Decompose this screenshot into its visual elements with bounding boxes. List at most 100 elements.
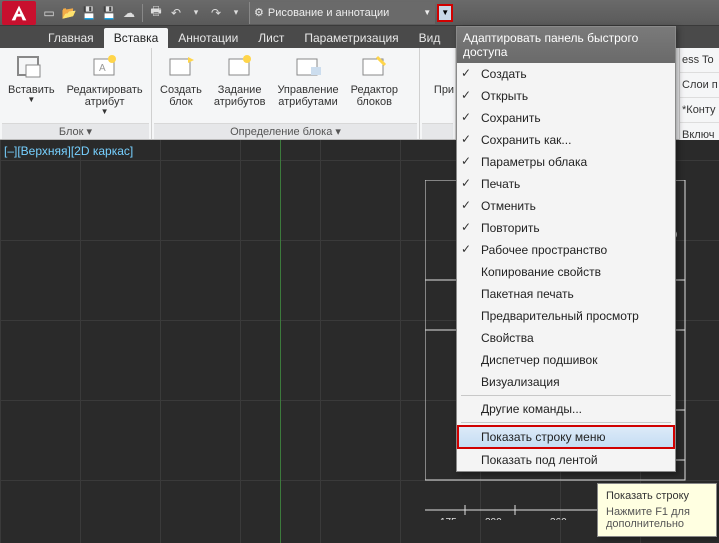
menu-item-label: Показать строку меню: [481, 430, 605, 444]
ribbon-panel-block: Вставить ▼ A Редактировать атрибут ▼ Бло…: [0, 48, 152, 139]
menu-item-label: Параметры облака: [481, 155, 587, 169]
check-icon: ✓: [461, 88, 475, 102]
save-icon[interactable]: 💾: [80, 4, 98, 22]
menu-item[interactable]: Показать строку меню: [457, 425, 675, 449]
menu-separator: [461, 395, 671, 396]
edit-attribute-button[interactable]: A Редактировать атрибут ▼: [61, 50, 149, 118]
undo-icon[interactable]: ↶: [167, 4, 185, 22]
palette-row[interactable]: Слои п: [680, 73, 719, 98]
menu-separator: [461, 422, 671, 423]
menu-group: ✓Создать✓Открыть✓Сохранить✓Сохранить как…: [457, 63, 675, 471]
qat-customize-button[interactable]: ▼: [437, 4, 453, 22]
manage-attr-icon: [292, 52, 324, 82]
menu-header: Адаптировать панель быстрого доступа: [457, 27, 675, 63]
button-label2: атрибутами: [278, 96, 337, 108]
viewport-label[interactable]: [–][Верхняя][2D каркас]: [4, 144, 133, 158]
chevron-down-icon: ▼: [441, 9, 449, 17]
check-icon: ✓: [461, 132, 475, 146]
cloud-icon[interactable]: ☁: [120, 4, 138, 22]
check-icon: ✓: [461, 154, 475, 168]
palette-row[interactable]: ess To: [680, 48, 719, 73]
menu-item[interactable]: ✓Рабочее пространство: [457, 239, 675, 261]
menu-item[interactable]: Другие команды...: [457, 398, 675, 420]
app-menu-button[interactable]: [2, 1, 36, 25]
button-label: При: [434, 84, 454, 96]
menu-item-label: Создать: [481, 67, 527, 81]
menu-item[interactable]: ✓ Сохранить: [457, 107, 675, 129]
define-attributes-button[interactable]: Задание атрибутов: [208, 50, 272, 110]
menu-item-label: Повторить: [481, 221, 540, 235]
menu-item[interactable]: Показать под лентой: [457, 449, 675, 471]
insert-block-icon: [15, 52, 47, 82]
menu-item[interactable]: ✓ Сохранить как...: [457, 129, 675, 151]
quick-access-toolbar: ▭ 📂 💾 💾 ☁ 🖶 ↶ ▾ ↷ ▾ ⚙ Рисование и аннота…: [0, 0, 719, 26]
redo-dropdown-icon[interactable]: ▾: [227, 4, 245, 22]
button-label: Задание: [218, 84, 262, 96]
block-editor-button[interactable]: Редактор блоков: [345, 50, 404, 110]
tab-layout[interactable]: Лист: [248, 28, 294, 48]
side-palette: ess To Слои п *Конту Включ: [679, 48, 719, 148]
ribbon-panel-reference: При: [420, 48, 456, 139]
qat-customize-menu: Адаптировать панель быстрого доступа ✓Со…: [456, 26, 676, 472]
menu-item-label: Копирование свойств: [481, 265, 601, 279]
check-icon: ✓: [461, 242, 475, 256]
button-label: Редактировать: [67, 84, 143, 96]
create-block-button[interactable]: Создать блок: [154, 50, 208, 110]
menu-item-label: Пакетная печать: [481, 287, 574, 301]
panel-title[interactable]: Блок ▾: [2, 123, 149, 139]
print-icon[interactable]: 🖶: [147, 4, 165, 22]
menu-item[interactable]: Свойства: [457, 327, 675, 349]
tooltip-hint: Нажмите F1 для дополнительно: [606, 506, 708, 530]
tab-view[interactable]: Вид: [409, 28, 451, 48]
panel-title[interactable]: Определение блока ▾: [154, 123, 417, 139]
chevron-down-icon: ▼: [101, 108, 109, 116]
check-icon: ✓: [461, 220, 475, 234]
menu-item[interactable]: Копирование свойств: [457, 261, 675, 283]
menu-item-label: Показать под лентой: [481, 453, 598, 467]
menu-item-label: Свойства: [481, 331, 534, 345]
create-block-icon: [165, 52, 197, 82]
redo-icon[interactable]: ↷: [207, 4, 225, 22]
palette-row[interactable]: *Конту: [680, 98, 719, 123]
button-label: Создать: [160, 84, 202, 96]
menu-item-label: Другие команды...: [481, 402, 582, 416]
tab-parametric[interactable]: Параметризация: [294, 28, 408, 48]
workspace-selector[interactable]: ⚙ Рисование и аннотации ▼: [249, 2, 435, 24]
separator: [142, 4, 143, 22]
menu-item[interactable]: Диспетчер подшивок: [457, 349, 675, 371]
svg-text:A: A: [99, 63, 106, 74]
button-label: Управление: [277, 84, 338, 96]
menu-item-label: Предварительный просмотр: [481, 309, 639, 323]
axis-line: [280, 140, 281, 543]
block-editor-icon: [358, 52, 390, 82]
undo-dropdown-icon[interactable]: ▾: [187, 4, 205, 22]
menu-item[interactable]: Визуализация: [457, 371, 675, 393]
manage-attributes-button[interactable]: Управление атрибутами: [271, 50, 344, 110]
autocad-logo-icon: [8, 2, 30, 24]
check-icon: ✓: [461, 198, 475, 212]
menu-item[interactable]: ✓Отменить: [457, 195, 675, 217]
menu-item[interactable]: ✓Открыть: [457, 85, 675, 107]
panel-title: [422, 123, 453, 139]
edit-attr-icon: A: [89, 52, 121, 82]
tab-annotations[interactable]: Аннотации: [168, 28, 248, 48]
tab-insert[interactable]: Вставка: [104, 28, 169, 48]
chevron-down-icon: ▼: [27, 96, 35, 104]
tab-home[interactable]: Главная: [38, 28, 104, 48]
new-icon[interactable]: ▭: [40, 4, 58, 22]
menu-item-label: Диспетчер подшивок: [481, 353, 597, 367]
gear-icon: ⚙: [254, 6, 264, 19]
insert-button[interactable]: Вставить ▼: [2, 50, 61, 106]
menu-item-label: Сохранить как...: [481, 133, 571, 147]
menu-item[interactable]: Предварительный просмотр: [457, 305, 675, 327]
menu-item[interactable]: ✓ Повторить: [457, 217, 675, 239]
menu-item[interactable]: ✓Создать: [457, 63, 675, 85]
open-icon[interactable]: 📂: [60, 4, 78, 22]
check-icon: ✓: [461, 110, 475, 124]
menu-item[interactable]: Пакетная печать: [457, 283, 675, 305]
menu-item[interactable]: ✓ Параметры облака: [457, 151, 675, 173]
menu-item-label: Сохранить: [481, 111, 541, 125]
saveas-icon[interactable]: 💾: [100, 4, 118, 22]
def-attr-icon: [224, 52, 256, 82]
menu-item[interactable]: ✓Печать: [457, 173, 675, 195]
